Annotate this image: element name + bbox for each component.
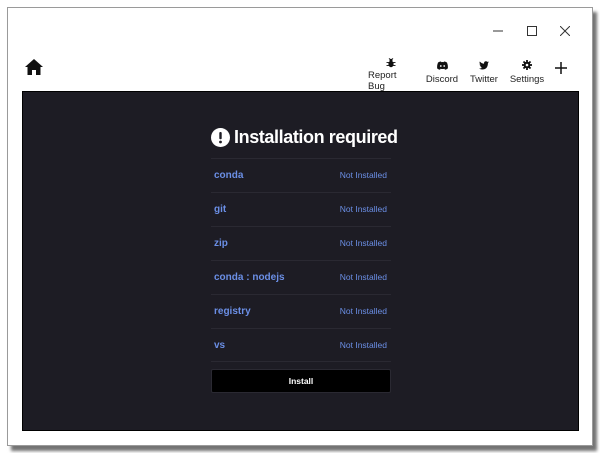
report-bug-label: Report Bug xyxy=(368,70,397,92)
requirement-status: Not Installed xyxy=(339,204,387,214)
discord-button[interactable]: Discord xyxy=(424,58,460,88)
install-panel: Installation required conda Not Installe… xyxy=(22,91,579,431)
list-item: registry Not Installed xyxy=(211,294,391,328)
discord-icon xyxy=(436,58,448,72)
twitter-label: Twitter xyxy=(470,74,498,85)
minimize-icon xyxy=(493,30,503,32)
requirement-name: registry xyxy=(214,306,251,317)
list-item: vs Not Installed xyxy=(211,328,391,362)
requirements-list: conda Not Installed git Not Installed zi… xyxy=(211,158,391,362)
plus-icon xyxy=(555,62,567,74)
report-bug-button[interactable]: Report Bug xyxy=(368,58,414,92)
list-item: conda : nodejs Not Installed xyxy=(211,260,391,294)
list-item: zip Not Installed xyxy=(211,226,391,260)
home-icon xyxy=(25,59,43,75)
requirement-name: zip xyxy=(214,238,228,249)
close-button[interactable] xyxy=(553,20,577,42)
home-button[interactable] xyxy=(25,59,45,77)
discord-label: Discord xyxy=(425,74,459,85)
maximize-icon xyxy=(527,26,537,36)
bug-icon xyxy=(386,58,396,68)
requirement-status: Not Installed xyxy=(339,340,387,350)
requirement-name: vs xyxy=(214,340,226,351)
page-title-text: Installation required xyxy=(234,126,398,147)
requirement-name: conda xyxy=(214,170,244,181)
minimize-button[interactable] xyxy=(486,20,510,42)
gear-icon xyxy=(522,58,532,72)
list-item: git Not Installed xyxy=(211,192,391,226)
page-title: Installation required xyxy=(211,126,398,148)
maximize-button[interactable] xyxy=(520,20,544,42)
install-button[interactable]: Install xyxy=(211,369,391,393)
exclamation-icon xyxy=(211,127,230,147)
close-icon xyxy=(560,26,570,36)
requirement-name: git xyxy=(214,204,227,215)
requirement-status: Not Installed xyxy=(339,170,387,180)
app-toolbar: Report Bug Discord Twitter Settings xyxy=(8,53,592,92)
requirement-name: conda : nodejs xyxy=(214,272,285,283)
list-item: conda Not Installed xyxy=(211,158,391,192)
twitter-button[interactable]: Twitter xyxy=(468,58,500,88)
settings-label: Settings xyxy=(509,74,545,85)
add-button[interactable] xyxy=(554,61,570,77)
requirement-status: Not Installed xyxy=(339,272,387,282)
settings-button[interactable]: Settings xyxy=(509,58,545,88)
requirement-status: Not Installed xyxy=(339,306,387,316)
title-bar xyxy=(8,8,592,53)
twitter-icon xyxy=(479,58,489,72)
app-window: Report Bug Discord Twitter Settings Inst… xyxy=(7,7,593,446)
requirement-status: Not Installed xyxy=(339,238,387,248)
